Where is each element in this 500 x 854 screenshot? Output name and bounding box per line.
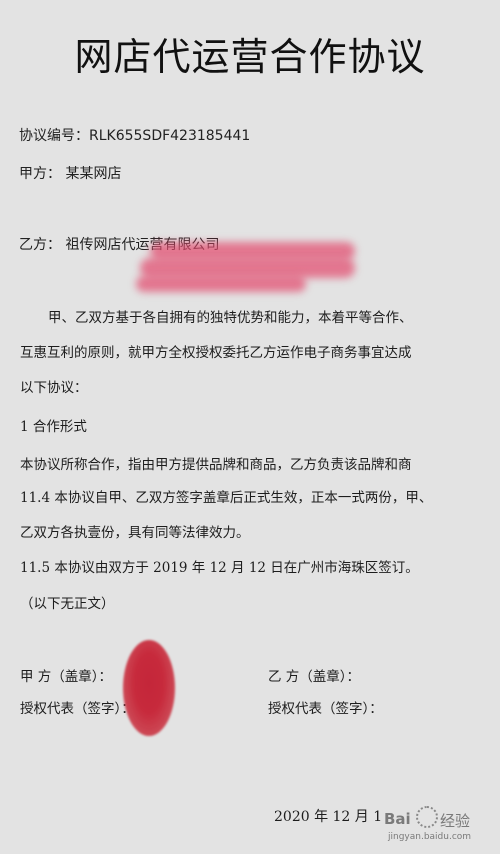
baidu-paw-icon bbox=[416, 806, 438, 828]
document-title: 网店代运营合作协议 bbox=[74, 35, 426, 79]
party-a-rep-line: 授权代表（签字）： bbox=[20, 701, 135, 717]
paragraph-line: 甲、乙双方基于各自拥有的独特优势和能力，本着平等合作、 bbox=[48, 310, 413, 326]
party-a-seal-line: 甲 方（盖章）： bbox=[20, 669, 113, 685]
party-b-rep-line: 授权代表（签字）： bbox=[268, 701, 383, 717]
paragraph-line: 11.4 本协议自甲、乙双方签字盖章后正式生效，正本一式两份，甲、 bbox=[20, 490, 433, 506]
paragraph-line: 11.5 本协议由双方于 2019 年 12 月 12 日在广州市海珠区签订。 bbox=[20, 560, 419, 576]
agreement-number: 协议编号：RLK655SDF423185441 bbox=[19, 128, 251, 144]
party-a: 甲方： 某某网店 bbox=[19, 166, 122, 182]
paragraph-line: 以下协议： bbox=[20, 380, 88, 396]
party-b-seal-line: 乙 方（盖章）： bbox=[268, 669, 361, 685]
watermark-service: 经验 bbox=[440, 812, 471, 830]
section-heading: 1 合作形式 bbox=[20, 419, 87, 435]
signing-date: 2020 年 12 月 1 bbox=[274, 809, 383, 825]
redaction-mark bbox=[140, 258, 355, 278]
paragraph-line: 互惠互利的原则，就甲方全权授权委托乙方运作电子商务事宜达成 bbox=[20, 345, 412, 361]
watermark-url: jingyan.baidu.com bbox=[388, 832, 472, 842]
paragraph-line: 本协议所称合作，指由甲方提供品牌和商品，乙方负责该品牌和商 bbox=[20, 457, 412, 473]
red-seal-stamp bbox=[123, 640, 175, 736]
redaction-mark bbox=[136, 276, 306, 292]
paragraph-line: （以下无正文） bbox=[20, 596, 115, 612]
watermark-brand: Bai bbox=[384, 810, 411, 828]
paragraph-line: 乙双方各执壹份，具有同等法律效力。 bbox=[20, 525, 250, 541]
